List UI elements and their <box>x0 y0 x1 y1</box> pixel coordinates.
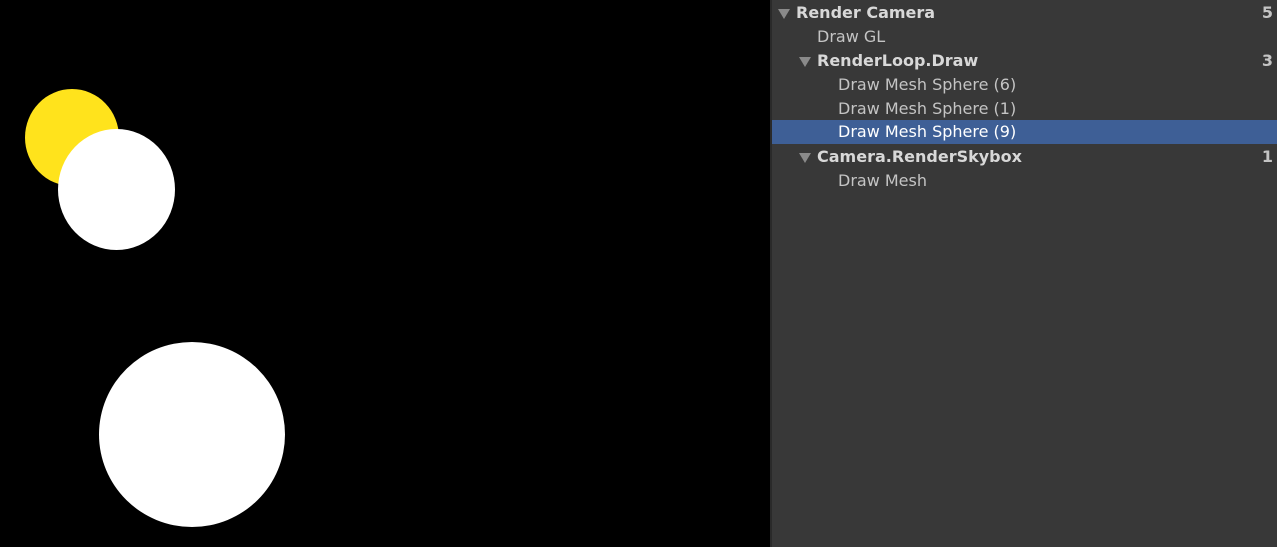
tree-row-label: Draw GL <box>817 27 886 46</box>
tree-row-label: Draw Mesh Sphere (1) <box>838 99 1017 118</box>
tree-row-draw-mesh-sphere-9[interactable]: Draw Mesh Sphere (9) <box>772 120 1277 144</box>
draw-call-count: 1 <box>1261 147 1273 166</box>
tree-row-label: Camera.RenderSkybox <box>817 147 1022 166</box>
tree-row-draw-mesh-sphere-6[interactable]: Draw Mesh Sphere (6) <box>772 73 1277 97</box>
tree-row-label: Draw Mesh <box>838 171 927 190</box>
draw-call-count: 3 <box>1261 51 1273 70</box>
expand-triangle-icon[interactable] <box>799 57 811 67</box>
tree-row-label: Render Camera <box>796 3 936 22</box>
scene-viewport[interactable] <box>0 0 770 547</box>
tree-row-draw-mesh[interactable]: Draw Mesh <box>772 169 1277 193</box>
tree-row-label: Draw Mesh Sphere (6) <box>838 75 1017 94</box>
white-sphere-1 <box>58 129 175 250</box>
expand-triangle-icon[interactable] <box>778 9 790 19</box>
tree-row-label: RenderLoop.Draw <box>817 51 979 70</box>
tree-row-label: Draw Mesh Sphere (9) <box>838 122 1017 141</box>
tree-row-draw-gl[interactable]: Draw GL <box>772 25 1277 49</box>
tree-row-draw-mesh-sphere-1[interactable]: Draw Mesh Sphere (1) <box>772 97 1277 121</box>
tree-row-render-camera[interactable]: Render Camera 5 <box>772 1 1277 25</box>
draw-call-count: 5 <box>1261 3 1273 22</box>
tree-row-camera-renderskybox[interactable]: Camera.RenderSkybox 1 <box>772 145 1277 169</box>
frame-debugger-tree: Render Camera 5 Draw GL RenderLoop.Draw … <box>772 0 1277 547</box>
white-sphere-2 <box>99 342 285 527</box>
tree-row-renderloop-draw[interactable]: RenderLoop.Draw 3 <box>772 49 1277 73</box>
expand-triangle-icon[interactable] <box>799 153 811 163</box>
